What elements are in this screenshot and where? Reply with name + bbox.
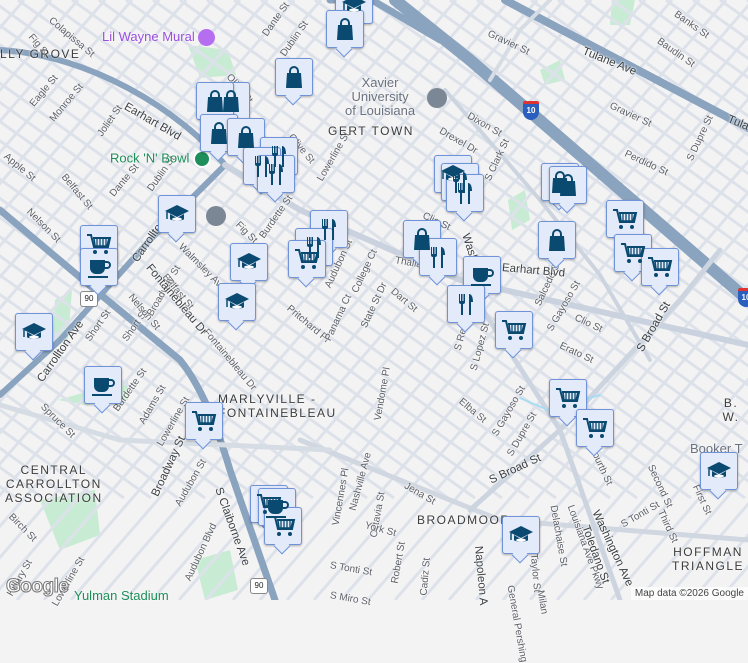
marker-grocery[interactable]: [549, 379, 587, 417]
marker-shopping[interactable]: [275, 58, 313, 96]
restaurant-icon: [459, 294, 473, 315]
marker-grocery[interactable]: [606, 200, 644, 238]
marker-school[interactable]: [158, 195, 196, 233]
poi-lil-wayne-mural[interactable]: Lil Wayne Mural: [102, 29, 216, 47]
poi-xavier-university[interactable]: Xavier University of Louisiana: [345, 76, 415, 118]
marker-shopping[interactable]: [538, 221, 576, 259]
marker-restaurant[interactable]: [257, 155, 295, 193]
shopping-icon: [337, 18, 353, 40]
shopping-icon: [560, 174, 576, 196]
grocery-icon: [556, 388, 581, 408]
marker-school[interactable]: [502, 516, 540, 554]
marker-grocery[interactable]: [288, 240, 326, 278]
poi-label: Rock 'N' Bowl: [110, 150, 190, 166]
school-icon: [225, 293, 249, 309]
restaurant-icon: [269, 164, 283, 185]
neighborhood-marlyville: MARLYVILLE - FONTAINEBLEAU: [218, 392, 337, 420]
cafe-icon: [88, 260, 111, 278]
marker-grocery[interactable]: [185, 402, 223, 440]
neighborhood-bw: B. W.: [722, 396, 740, 424]
marker-shopping[interactable]: [549, 166, 587, 204]
neighborhood-gert-town: GERT TOWN: [328, 124, 414, 138]
grocery-icon: [648, 257, 673, 277]
marker-shopping[interactable]: [196, 82, 234, 120]
shopping-icon: [286, 66, 302, 88]
school-icon: [22, 323, 46, 339]
i10-shield: 10: [523, 101, 539, 120]
marker-cafe[interactable]: [463, 256, 501, 294]
marker-school[interactable]: [15, 313, 53, 351]
us90-shield: 90: [250, 578, 268, 594]
shopping-icon: [207, 90, 223, 112]
poi-label: Lil Wayne Mural: [102, 29, 195, 44]
map-attribution[interactable]: Map data ©2026 Google: [630, 587, 748, 600]
marker-shopping[interactable]: [227, 118, 265, 156]
school-icon: [165, 205, 189, 221]
marker-school[interactable]: [218, 283, 256, 321]
school-icon: [509, 526, 533, 542]
marker-restaurant[interactable]: [447, 285, 485, 323]
grocery-icon: [583, 418, 608, 438]
school-icon: [237, 253, 261, 269]
marker-school[interactable]: [230, 243, 268, 281]
camera-icon: [198, 29, 216, 47]
marker-grocery[interactable]: [495, 311, 533, 349]
shopping-icon: [238, 126, 254, 148]
marker-restaurant[interactable]: [419, 238, 457, 276]
school-icon: [206, 206, 226, 226]
street: [287, 0, 748, 330]
marker-shopping[interactable]: [326, 10, 364, 48]
grocery-icon: [295, 249, 320, 269]
neighborhood-hoffman-triangle: HOFFMAN TRIANGLE: [672, 545, 745, 573]
cafe-icon: [471, 268, 494, 286]
shopping-icon: [211, 122, 227, 144]
neighborhood-central-carrollton: CENTRAL CARROLLTON ASSOCIATION: [5, 463, 103, 505]
marker-cafe[interactable]: [84, 366, 122, 404]
school-icon: [427, 88, 447, 108]
marker-grocery[interactable]: [641, 248, 679, 286]
shopping-icon: [549, 229, 565, 251]
grocery-icon: [613, 209, 638, 229]
marker-cafe[interactable]: [80, 248, 118, 286]
cafe-icon: [92, 378, 115, 396]
i10-shield: 10: [738, 288, 748, 307]
grocery-icon: [621, 243, 646, 263]
grocery-icon: [502, 320, 527, 340]
marker-grocery[interactable]: [264, 507, 302, 545]
marker-school[interactable]: [700, 452, 738, 490]
restaurant-icon: [431, 247, 445, 268]
google-logo[interactable]: Google: [5, 576, 69, 598]
school-icon: [707, 462, 731, 478]
neighborhood-hollygrove: LLY GROVE: [0, 47, 81, 61]
marker-grocery[interactable]: [576, 409, 614, 447]
poi-rock-n-bowl[interactable]: Rock 'N' Bowl: [110, 150, 211, 168]
restaurant-icon: [458, 183, 472, 204]
neighborhood-broadmoor: BROADMOOR: [417, 513, 511, 527]
marker-restaurant[interactable]: [446, 174, 484, 212]
grocery-icon: [192, 411, 217, 431]
grocery-icon: [271, 516, 296, 536]
